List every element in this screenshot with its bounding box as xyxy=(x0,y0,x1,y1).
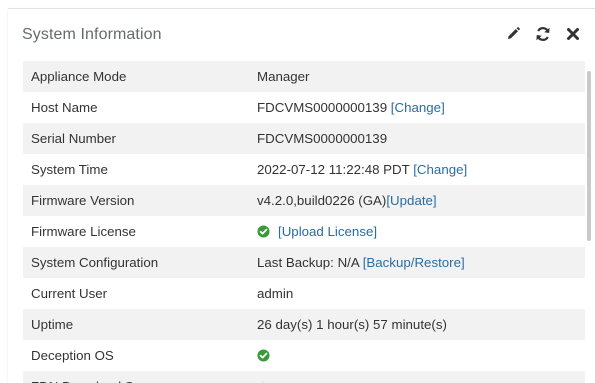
system-info-table: Appliance Mode Manager Host Name FDCVMS0… xyxy=(23,61,585,383)
row-value: v4.2.0,build0226 (GA)[Update] xyxy=(257,185,585,216)
refresh-icon[interactable] xyxy=(535,26,551,42)
system-information-widget: System Information Appliance Mode Manage… xyxy=(8,9,595,383)
change-system-time-link[interactable]: [Change] xyxy=(413,162,467,177)
table-row: Deception OS xyxy=(23,340,585,371)
row-label: Firmware License xyxy=(31,224,136,239)
widget-title: System Information xyxy=(22,26,162,43)
table-row: System Configuration Last Backup: N/A [B… xyxy=(23,247,585,278)
close-icon[interactable] xyxy=(565,26,581,42)
firmware-version-value: v4.2.0,build0226 (GA) xyxy=(257,193,387,208)
table-row: Appliance Mode Manager xyxy=(23,61,585,92)
row-value: 26 day(s) 1 hour(s) 57 minute(s) xyxy=(257,309,585,340)
table-row: Host Name FDCVMS0000000139 [Change] xyxy=(23,92,585,123)
row-label: Uptime xyxy=(23,309,257,340)
row-label: Deception OS xyxy=(31,348,114,363)
change-host-name-link[interactable]: [Change] xyxy=(391,100,445,115)
row-value: FDCVMS0000000139 [Change] xyxy=(257,92,585,123)
upload-license-link[interactable]: [Upload License] xyxy=(278,224,377,239)
table-row: System Time 2022-07-12 11:22:48 PDT [Cha… xyxy=(23,154,585,185)
check-circle-icon xyxy=(257,349,270,362)
table-row: Firmware License [Upload License] xyxy=(23,216,585,247)
pencil-icon[interactable] xyxy=(505,26,521,42)
last-backup-value: Last Backup: N/A xyxy=(257,255,359,270)
check-circle-icon xyxy=(257,225,270,238)
backup-restore-link[interactable]: [Backup/Restore] xyxy=(363,255,465,270)
widget-header-icons xyxy=(505,26,581,42)
serial-number-value: FDCVMS0000000139 xyxy=(257,131,388,146)
row-label: System Time xyxy=(31,162,108,177)
row-value: FDCVMS0000000139 xyxy=(257,123,585,154)
table-row: Uptime 26 day(s) 1 hour(s) 57 minute(s) xyxy=(23,309,585,340)
current-user-value: admin xyxy=(257,286,294,301)
row-label: Firmware Version xyxy=(23,185,257,216)
row-value: Manager xyxy=(257,61,585,92)
host-name-value: FDCVMS0000000139 xyxy=(257,100,388,115)
table-row: FDN Download S xyxy=(23,371,585,383)
table-row: Serial Number FDCVMS0000000139 xyxy=(23,123,585,154)
row-value xyxy=(257,371,585,383)
page: System Information Appliance Mode Manage… xyxy=(0,0,595,383)
row-label: System Configuration xyxy=(23,247,257,278)
row-value: admin xyxy=(257,278,585,309)
table-row: Current User admin xyxy=(23,278,585,309)
row-label: Appliance Mode xyxy=(23,61,257,92)
appliance-mode-value: Manager xyxy=(257,69,310,84)
row-value xyxy=(257,340,585,371)
row-value: Last Backup: N/A [Backup/Restore] xyxy=(257,247,585,278)
row-value: [Upload License] xyxy=(257,216,585,247)
row-label: Serial Number xyxy=(23,123,257,154)
table-row: Firmware Version v4.2.0,build0226 (GA)[U… xyxy=(23,185,585,216)
row-value: 2022-07-12 11:22:48 PDT [Change] xyxy=(257,154,585,185)
row-label: Host Name xyxy=(31,100,98,115)
row-label: Current User xyxy=(31,286,108,301)
uptime-value: 26 day(s) 1 hour(s) 57 minute(s) xyxy=(257,317,447,332)
row-label: FDN Download S xyxy=(23,371,257,383)
system-time-value: 2022-07-12 11:22:48 PDT xyxy=(257,162,410,177)
widget-header: System Information xyxy=(8,9,595,61)
scrollbar[interactable] xyxy=(587,71,591,241)
update-firmware-link[interactable]: [Update] xyxy=(386,193,436,208)
